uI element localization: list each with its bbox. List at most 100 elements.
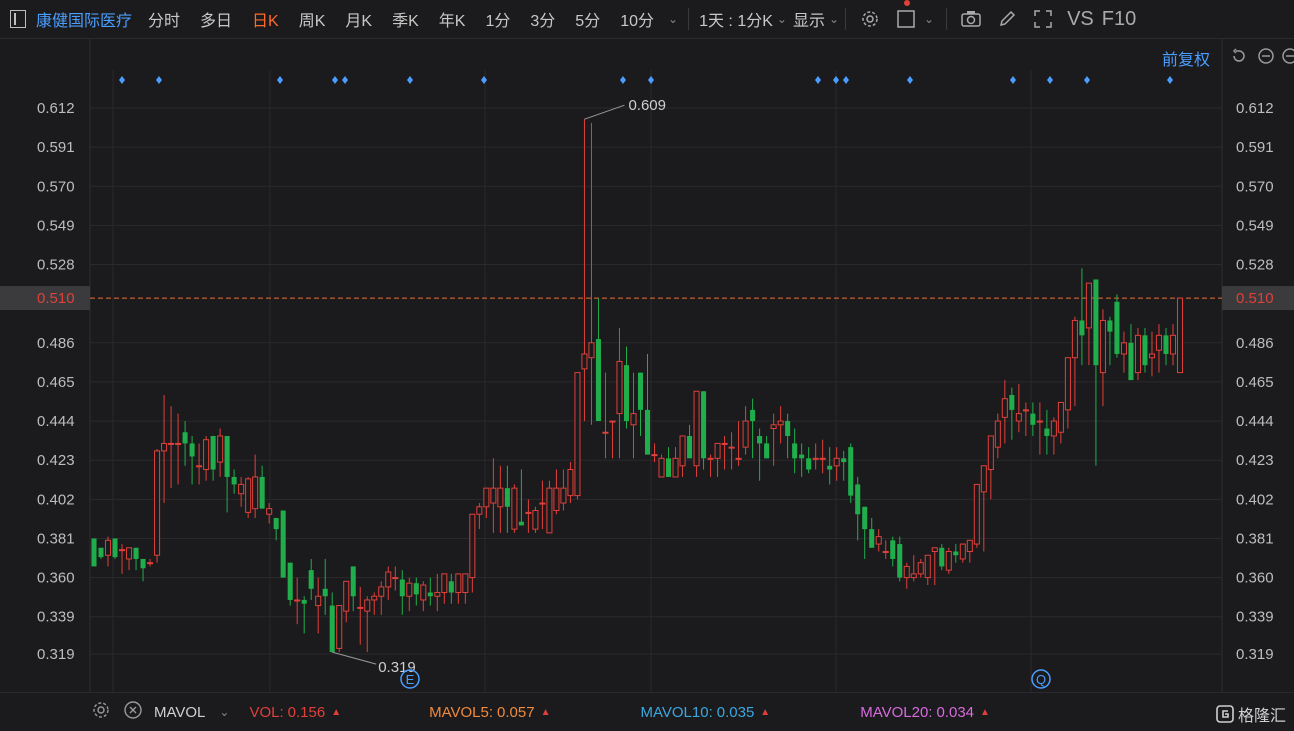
vs-button[interactable]: VS xyxy=(1061,8,1098,31)
candle-body-118 xyxy=(917,562,924,575)
candle-body-93 xyxy=(742,420,749,448)
candle-body-52 xyxy=(455,573,462,594)
mavol5-value: 0.057 xyxy=(497,703,535,721)
close-icon[interactable] xyxy=(124,701,142,723)
zoom-in-icon[interactable] xyxy=(1281,47,1294,70)
candle-body-6 xyxy=(133,547,139,559)
candle-body-116 xyxy=(903,565,910,579)
candle-body-54 xyxy=(469,513,476,579)
candle-body-85 xyxy=(687,435,693,459)
candle-body-50 xyxy=(441,573,448,594)
candle-body-79 xyxy=(644,409,651,455)
candle-body-153 xyxy=(1163,335,1169,354)
gear-icon[interactable] xyxy=(858,7,882,31)
tab-10[interactable]: 10分 xyxy=(610,7,664,31)
candle-body-114 xyxy=(890,540,896,559)
candle-body-48 xyxy=(427,592,433,597)
tab-7[interactable]: 1分 xyxy=(475,7,520,31)
y-tick-left-12: 0.360 xyxy=(37,570,75,587)
panel-toggle-icon[interactable] xyxy=(10,10,26,28)
chevron-down-icon[interactable]: ⌄ xyxy=(829,12,839,26)
tab-3[interactable]: 周K xyxy=(289,7,336,31)
candle-body-78 xyxy=(637,372,644,410)
event-diamond-7 xyxy=(620,76,626,84)
chevron-down-icon[interactable]: ⌄ xyxy=(668,12,678,26)
tab-5[interactable]: 季K xyxy=(382,7,429,31)
tab-4[interactable]: 月K xyxy=(335,7,382,31)
square-icon[interactable] xyxy=(894,7,918,31)
reset-icon[interactable] xyxy=(1230,47,1248,70)
candle-body-25 xyxy=(266,508,273,515)
candle-body-1 xyxy=(98,547,104,558)
candle-body-90 xyxy=(721,442,728,445)
candle-body-34 xyxy=(329,605,335,653)
tab-8[interactable]: 3分 xyxy=(520,7,565,31)
candle-body-99 xyxy=(785,421,791,436)
candle-body-146 xyxy=(1114,301,1120,354)
y-tick-right-13: 0.339 xyxy=(1236,609,1274,626)
candle-body-7 xyxy=(140,558,146,569)
mavol20-label: MAVOL20: xyxy=(860,703,933,721)
y-tick-right-11: 0.381 xyxy=(1236,530,1274,547)
candle-body-80 xyxy=(651,454,658,457)
camera-icon[interactable] xyxy=(959,7,983,31)
chevron-down-icon[interactable]: ⌄ xyxy=(219,705,229,719)
indicator-name[interactable]: MAVOL xyxy=(154,704,205,721)
y-tick-left-0: 0.612 xyxy=(37,100,75,117)
y-tick-right-9: 0.423 xyxy=(1236,452,1274,469)
candle-body-105 xyxy=(827,465,833,470)
candle-body-109 xyxy=(855,484,861,515)
candle-body-57 xyxy=(490,487,497,504)
vol-value: 0.156 xyxy=(287,703,326,721)
event-diamond-2 xyxy=(277,76,283,84)
divider xyxy=(845,8,847,30)
tab-9[interactable]: 5分 xyxy=(565,7,610,31)
candle-body-9 xyxy=(154,450,161,556)
candle-body-129 xyxy=(994,420,1001,448)
chevron-down-icon[interactable]: ⌄ xyxy=(924,12,934,26)
candle-body-75 xyxy=(616,360,623,415)
candlestick-chart[interactable]: 0.612 0.612 0.591 0.591 0.570 0.570 0.549 0.549… xyxy=(0,39,1294,692)
last-price-label-0: 0.510 xyxy=(37,290,75,307)
candle-body-130 xyxy=(1001,398,1008,418)
event-diamond-9 xyxy=(815,76,821,84)
fullscreen-icon[interactable] xyxy=(1031,7,1055,31)
adjust-mode[interactable]: 前复权 xyxy=(1162,46,1210,70)
pencil-icon[interactable] xyxy=(995,7,1019,31)
candle-body-134 xyxy=(1030,413,1036,425)
display-menu[interactable]: 显示 xyxy=(787,7,829,31)
zoom-out-icon[interactable] xyxy=(1257,47,1275,70)
candle-body-87 xyxy=(701,391,707,459)
chevron-down-icon[interactable]: ⌄ xyxy=(777,12,787,26)
interval-select[interactable]: 1天 : 1分K xyxy=(695,7,777,31)
candle-body-51 xyxy=(448,581,454,593)
candle-body-67 xyxy=(560,487,567,504)
y-tick-right-14: 0.319 xyxy=(1236,646,1274,663)
settings-icon[interactable] xyxy=(92,701,110,723)
up-arrow-icon: ▲ xyxy=(760,706,771,718)
candle-body-138 xyxy=(1057,401,1064,433)
candle-body-66 xyxy=(553,487,560,512)
left-axis-panel xyxy=(0,39,90,692)
candle-body-26 xyxy=(273,517,279,530)
tab-0[interactable]: 分时 xyxy=(138,7,190,31)
candle-body-96 xyxy=(764,443,770,459)
f10-button[interactable]: F10 xyxy=(1098,8,1140,31)
stock-name[interactable]: 康健国际医疗 xyxy=(36,7,132,31)
candle-body-133 xyxy=(1022,409,1029,412)
tab-2[interactable]: 日K xyxy=(242,7,289,31)
candle-body-71 xyxy=(588,342,595,359)
candle-body-61 xyxy=(518,521,524,526)
tab-6[interactable]: 年K xyxy=(429,7,476,31)
candle-body-101 xyxy=(799,454,805,459)
event-diamond-15 xyxy=(1084,76,1090,84)
candle-body-102 xyxy=(806,458,812,470)
tab-1[interactable]: 多日 xyxy=(190,7,242,31)
chart-area[interactable]: 0.612 0.612 0.591 0.591 0.570 0.570 0.549 0.549… xyxy=(0,39,1294,692)
candle-body-113 xyxy=(882,551,889,554)
event-diamond-6 xyxy=(481,76,487,84)
candle-body-53 xyxy=(462,573,469,594)
y-tick-left-3: 0.549 xyxy=(37,217,75,234)
candle-body-97 xyxy=(770,424,777,430)
candle-body-139 xyxy=(1064,357,1071,411)
